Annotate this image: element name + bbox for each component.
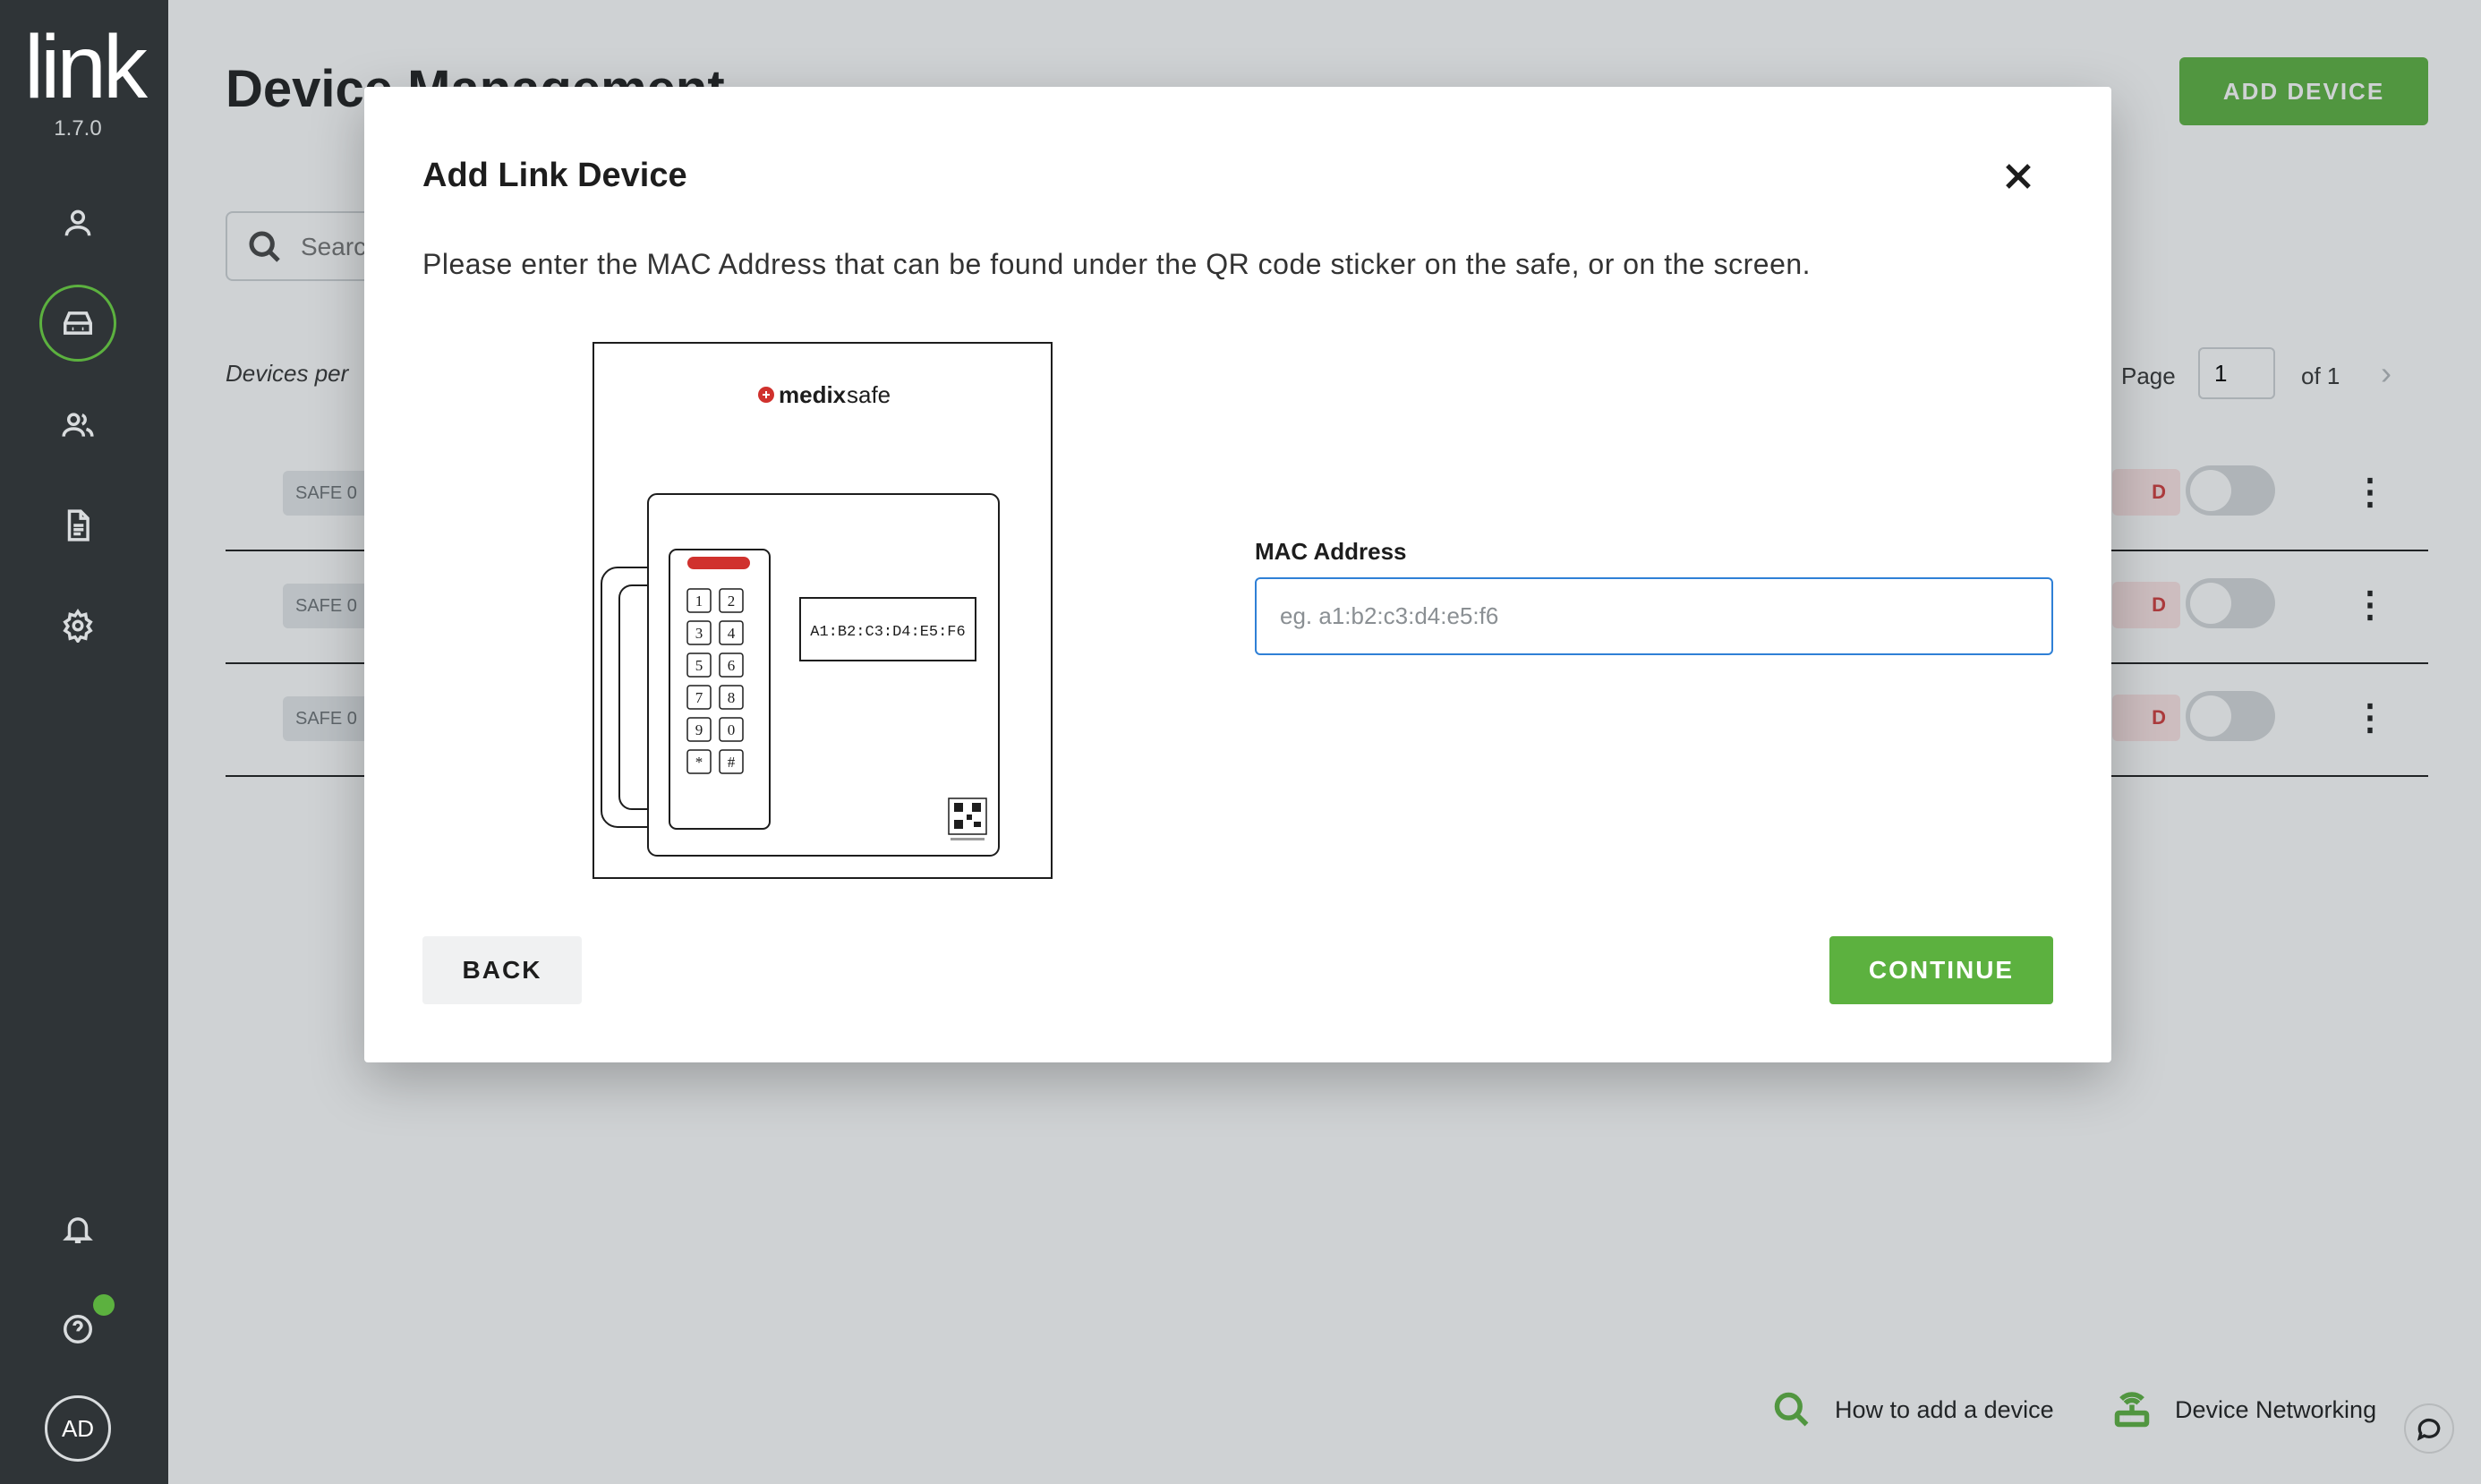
avatar[interactable]: AD bbox=[45, 1395, 111, 1462]
close-icon bbox=[2006, 164, 2031, 189]
close-button[interactable] bbox=[1993, 151, 2043, 201]
brand-name-suffix: safe bbox=[847, 381, 891, 408]
brand-name: medix bbox=[779, 381, 847, 408]
keypad-key-label: 5 bbox=[695, 657, 703, 674]
sidebar: link 1.7.0 AD bbox=[0, 0, 168, 1484]
user-icon bbox=[64, 209, 91, 236]
back-button[interactable]: BACK bbox=[422, 936, 582, 1004]
sidebar-item-settings[interactable] bbox=[39, 587, 116, 664]
modal-description: Please enter the MAC Address that can be… bbox=[422, 248, 1812, 280]
keypad-key-label: 8 bbox=[728, 689, 736, 706]
mac-example-text: A1:B2:C3:D4:E5:F6 bbox=[810, 624, 965, 641]
help-icon bbox=[64, 1315, 92, 1343]
keypad-key-label: * bbox=[695, 754, 703, 771]
add-link-device-modal: Add Link Device Please enter the MAC Add… bbox=[364, 87, 2111, 1062]
keypad-key-label: 6 bbox=[728, 657, 736, 674]
keypad-key-label: 0 bbox=[728, 721, 736, 738]
modal-title: Add Link Device bbox=[422, 157, 687, 194]
keypad-key-label: # bbox=[728, 754, 736, 771]
sidebar-item-profile[interactable] bbox=[39, 184, 116, 261]
keypad-key-label: 3 bbox=[695, 625, 703, 642]
safe-illustration: medix safe 1 2 3 4 5 6 7 8 9 0 * # A1:B2:C3:D4:E5:F… bbox=[593, 342, 1053, 879]
keypad-key-label: 7 bbox=[695, 689, 703, 706]
document-icon bbox=[67, 509, 90, 542]
sidebar-item-devices[interactable] bbox=[39, 285, 116, 362]
notifications-button[interactable] bbox=[39, 1190, 116, 1267]
device-icon bbox=[64, 311, 92, 335]
mac-address-label: MAC Address bbox=[1255, 538, 1407, 565]
mac-address-input[interactable] bbox=[1255, 577, 2053, 655]
app-logo: link bbox=[23, 17, 148, 117]
sidebar-item-reports[interactable] bbox=[39, 487, 116, 564]
notification-dot bbox=[93, 1294, 115, 1316]
keypad-key-label: 2 bbox=[728, 593, 736, 610]
gear-icon bbox=[63, 609, 93, 643]
continue-button[interactable]: CONTINUE bbox=[1829, 936, 2053, 1004]
users-icon bbox=[62, 413, 94, 437]
bell-icon bbox=[63, 1217, 93, 1243]
app-version: 1.7.0 bbox=[54, 116, 102, 141]
sidebar-item-users[interactable] bbox=[39, 387, 116, 464]
keypad-key-label: 4 bbox=[728, 625, 736, 642]
keypad-key-label: 1 bbox=[695, 593, 703, 610]
keypad-key-label: 9 bbox=[695, 721, 703, 738]
safe-drawing: medix safe 1 2 3 4 5 6 7 8 9 0 * # A1:B2:C3:D4:E5:F… bbox=[601, 381, 1000, 857]
